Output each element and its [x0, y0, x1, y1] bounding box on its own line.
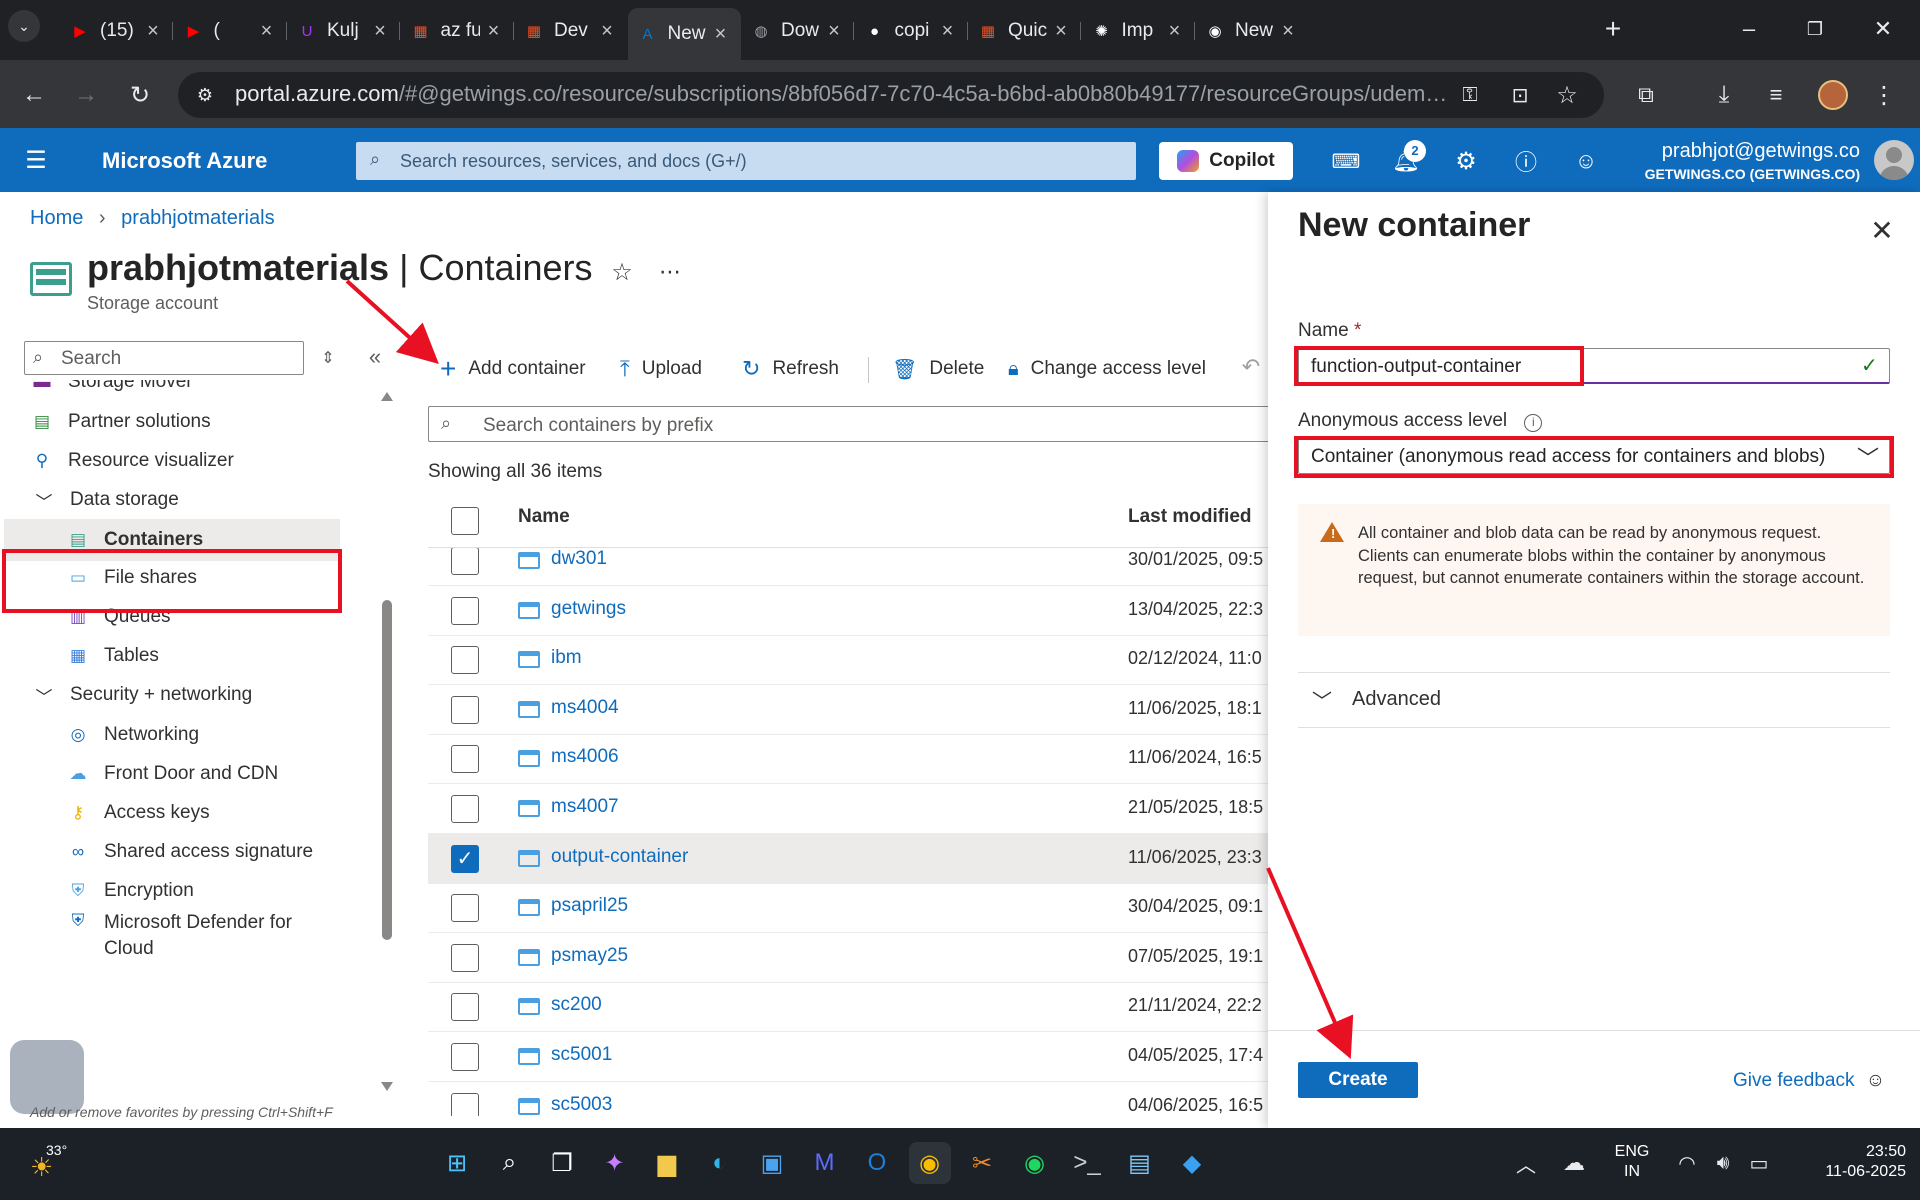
terminal-icon[interactable]: >_ — [1066, 1142, 1108, 1184]
notepad-icon[interactable]: ▤ — [1119, 1142, 1161, 1184]
battery-icon[interactable]: ▭ — [1744, 1148, 1774, 1178]
start-icon[interactable]: ⊞ — [436, 1142, 478, 1184]
arrow-to-create-button — [1266, 867, 1354, 1060]
weather-temp: 33° — [46, 1142, 68, 1158]
clock-time: 23:50 — [1865, 1143, 1906, 1160]
chrome-icon[interactable]: ◉ — [908, 1142, 951, 1184]
edge-icon[interactable]: ◐ — [699, 1142, 741, 1184]
task-view-icon[interactable]: ❐ — [541, 1142, 583, 1184]
language-indicator[interactable]: ENG IN — [1608, 1142, 1656, 1182]
copilot-app-icon[interactable]: ✦ — [594, 1142, 636, 1184]
tray-chevron-icon[interactable]: ︿ — [1512, 1148, 1540, 1178]
weather-widget[interactable]: ☀ 33° — [28, 1140, 72, 1184]
arrow-to-add-container — [345, 279, 439, 365]
vscode-icon[interactable]: ◆ — [1171, 1142, 1213, 1184]
clock[interactable]: 23:50 11-06-2025 — [1786, 1142, 1906, 1182]
outlook-icon[interactable]: O — [856, 1142, 898, 1184]
clock-date: 11-06-2025 — [1825, 1163, 1906, 1180]
spotify-icon[interactable]: ◉ — [1014, 1142, 1056, 1184]
volume-icon[interactable]: 🔊︎ — [1708, 1148, 1738, 1178]
ai-app-icon[interactable]: M — [804, 1142, 846, 1184]
search-icon[interactable]: ⌕ — [489, 1142, 531, 1184]
annotation-arrows — [345, 279, 1354, 1060]
store-icon[interactable]: ▣ — [751, 1142, 793, 1184]
wifi-icon[interactable]: ◠ — [1672, 1148, 1702, 1178]
snipping-icon[interactable]: ✂ — [961, 1142, 1003, 1184]
file-explorer-icon[interactable]: ▆ — [646, 1142, 688, 1184]
onedrive-icon[interactable]: ☁ — [1558, 1148, 1590, 1178]
